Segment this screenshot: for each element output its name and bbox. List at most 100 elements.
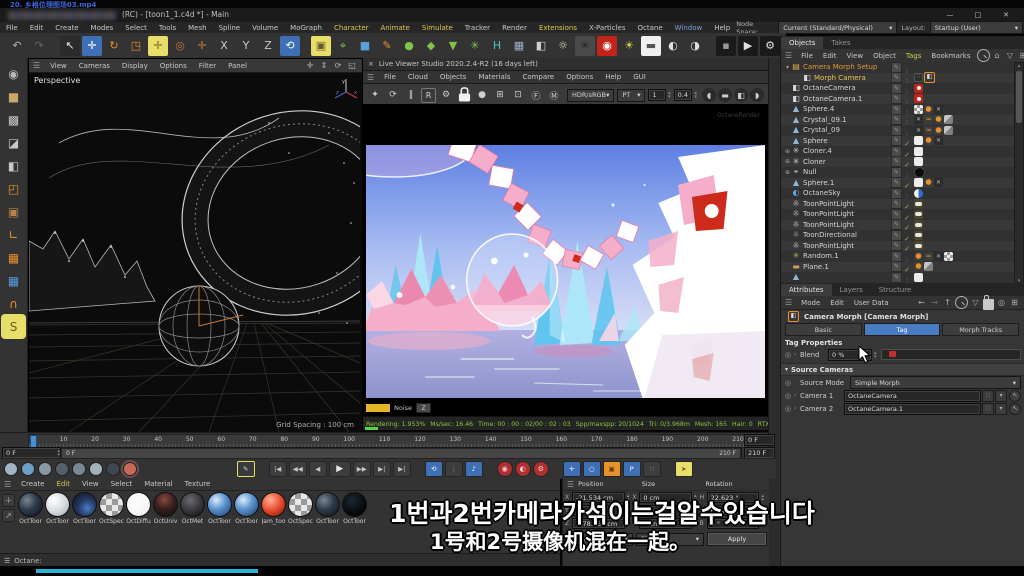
toolbar-icon[interactable]: ↻: [104, 36, 124, 56]
object-manager-tool-icon[interactable]: ▽: [1005, 50, 1016, 61]
live-viewer-tool-icon[interactable]: ⊡: [510, 87, 526, 103]
transport-button[interactable]: ▶: [329, 461, 351, 477]
transport-button[interactable]: ⚙: [533, 461, 549, 477]
menu-item[interactable]: MoGraph: [284, 24, 328, 32]
animation-palette-icon[interactable]: [123, 462, 137, 476]
menu-item[interactable]: Edit: [24, 24, 50, 32]
expand-icon[interactable]: ▾: [784, 64, 791, 71]
mode-icon[interactable]: S: [3, 316, 24, 337]
toolbar-icon[interactable]: ✛: [148, 36, 168, 56]
transport-button[interactable]: ⋮: [445, 461, 463, 477]
toolbar-icon[interactable]: [302, 36, 309, 56]
object-name[interactable]: ToonPointLight: [803, 221, 891, 229]
animation-palette-icon[interactable]: [55, 462, 69, 476]
blend-slider-handle[interactable]: [889, 351, 896, 357]
menu-icon[interactable]: ☰: [4, 480, 11, 489]
toolbar-icon[interactable]: ▦: [509, 36, 529, 56]
object-name[interactable]: Cloner: [803, 158, 891, 166]
live-viewer-tool-icon[interactable]: [456, 87, 472, 103]
live-viewer-right-icon[interactable]: ◗: [750, 88, 764, 102]
transport-button[interactable]: ▣: [603, 461, 621, 477]
material-swatch[interactable]: OctToor: [71, 492, 98, 525]
toolbar-icon[interactable]: ✳: [465, 36, 485, 56]
object-name[interactable]: ToonPointLight: [803, 210, 891, 218]
animation-palette-icon[interactable]: [38, 462, 52, 476]
mode-icon[interactable]: ▦: [3, 270, 24, 291]
toolbar-icon[interactable]: H: [487, 36, 507, 56]
menu-item[interactable]: X-Particles: [583, 24, 631, 32]
attribute-tool-icon[interactable]: ▽: [970, 297, 981, 308]
material-preview[interactable]: [261, 492, 286, 517]
menu-icon[interactable]: ☰: [567, 480, 574, 489]
transport-button[interactable]: [551, 461, 561, 477]
layer-edit-icon[interactable]: ✎: [891, 156, 902, 167]
material-preview[interactable]: [315, 492, 340, 517]
object-manager-menu-item[interactable]: File: [796, 52, 818, 60]
animation-palette-icon[interactable]: [106, 462, 120, 476]
transport-button[interactable]: [485, 461, 495, 477]
mode-icon[interactable]: ◉: [3, 63, 24, 84]
node-space-select[interactable]: Current (Standard/Physical)▾: [778, 21, 897, 34]
transport-button[interactable]: ✛: [563, 461, 581, 477]
material-preview[interactable]: [18, 492, 43, 517]
toolbar-icon[interactable]: X: [214, 36, 234, 56]
live-viewer-menu-item[interactable]: GUI: [627, 73, 652, 81]
attribute-tab[interactable]: Attributes: [781, 284, 832, 296]
mode-icon[interactable]: ■: [3, 86, 24, 107]
live-viewer-tool-icon[interactable]: Ⓕ: [528, 87, 544, 103]
layer-edit-icon[interactable]: ✎: [891, 135, 902, 146]
live-viewer-tool-icon[interactable]: ⟳: [385, 87, 401, 103]
material-swatch[interactable]: OctToor: [341, 492, 368, 525]
layer-edit-icon[interactable]: ✎: [891, 198, 902, 209]
toolbar-icon[interactable]: ↷: [29, 36, 49, 56]
material-preview[interactable]: [126, 492, 151, 517]
layer-edit-icon[interactable]: ✎: [891, 230, 902, 241]
tag-flame[interactable]: [924, 126, 933, 135]
attribute-menu-item[interactable]: User Data: [849, 299, 894, 307]
material-swatch[interactable]: OctToor: [314, 492, 341, 525]
toolbar-icon[interactable]: ◉: [597, 36, 617, 56]
menu-item[interactable]: Character: [328, 24, 375, 32]
menu-item[interactable]: Modes: [85, 24, 120, 32]
menu-icon[interactable]: ☰: [4, 557, 10, 565]
link-icon[interactable]: ∷: [982, 403, 994, 415]
attribute-tool-icon[interactable]: ◎: [996, 297, 1007, 308]
attribute-tool-icon[interactable]: [955, 296, 968, 309]
material-preview[interactable]: [153, 492, 178, 517]
object-name[interactable]: ToonPointLight: [803, 242, 891, 250]
menu-icon[interactable]: ☰: [785, 298, 792, 307]
pick-object-icon[interactable]: ↖: [1009, 390, 1021, 402]
object-name[interactable]: Cloner.4: [803, 147, 891, 155]
layer-edit-icon[interactable]: ✎: [891, 114, 902, 125]
tag-phong[interactable]: [924, 105, 933, 114]
tag-white[interactable]: [914, 157, 923, 166]
object-name[interactable]: OctaneCamera: [803, 84, 891, 92]
add-material-icon[interactable]: ＋: [2, 494, 15, 507]
mode-icon[interactable]: ∩: [3, 293, 24, 314]
stepper-icon[interactable]: ▴▾: [668, 91, 671, 99]
menu-icon[interactable]: ☰: [33, 61, 40, 70]
animation-palette-icon[interactable]: [89, 462, 103, 476]
live-viewer-right-icon[interactable]: ◖: [702, 88, 716, 102]
animation-palette-icon[interactable]: [72, 462, 86, 476]
tag-white[interactable]: [914, 136, 923, 145]
viewport-menu-item[interactable]: Filter: [193, 62, 222, 70]
transport-button[interactable]: ◀◀: [289, 461, 307, 477]
mode-icon[interactable]: ▩: [3, 109, 24, 130]
mode-icon[interactable]: ◪: [3, 132, 24, 153]
live-viewer-tool-icon[interactable]: ⚙: [438, 87, 454, 103]
tag-texture[interactable]: [944, 126, 953, 135]
toolbar-icon[interactable]: ▶: [738, 36, 758, 56]
tag-phong[interactable]: [924, 136, 933, 145]
transport-button[interactable]: ▶▶: [353, 461, 371, 477]
transport-button[interactable]: ⟲: [425, 461, 443, 477]
menu-item[interactable]: File: [0, 24, 24, 32]
menu-item[interactable]: Help: [708, 24, 736, 32]
layer-edit-icon[interactable]: ✎: [891, 93, 902, 104]
tag-checker[interactable]: [944, 252, 953, 261]
viewport-menu-item[interactable]: View: [44, 62, 73, 70]
material-preview[interactable]: [99, 492, 124, 517]
mode-icon[interactable]: ▣: [3, 201, 24, 222]
attribute-menu-item[interactable]: Edit: [825, 299, 849, 307]
stepper-icon[interactable]: ▴▾: [874, 351, 877, 359]
